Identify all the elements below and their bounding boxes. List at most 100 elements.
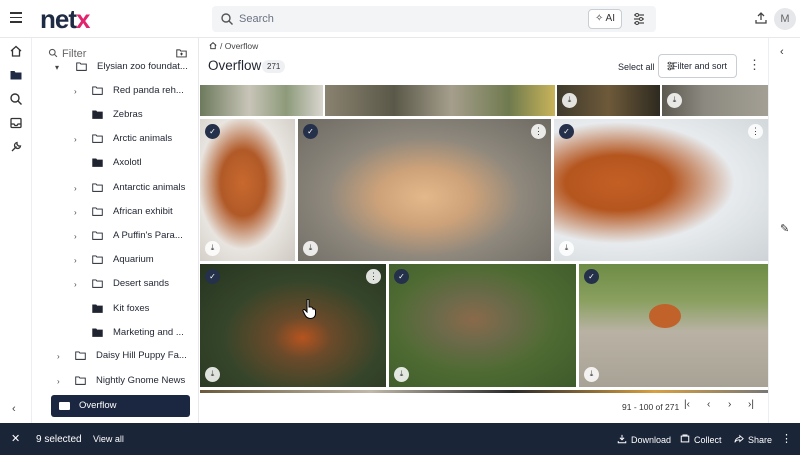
tree-item-label: Desert sands — [113, 278, 169, 289]
tree-item[interactable]: › Arctic animals — [32, 127, 198, 151]
download-icon[interactable]: ⤓ — [394, 367, 409, 382]
tree-item-overflow[interactable]: Overflow — [51, 395, 190, 417]
download-icon[interactable]: ⤓ — [303, 241, 318, 256]
tree-item[interactable]: › Aquarium — [32, 248, 198, 272]
asset-thumbnail-selected[interactable]: ✓ ⤓ — [200, 119, 295, 261]
netx-logo[interactable]: netx — [40, 4, 91, 35]
tune-icon[interactable] — [632, 12, 646, 26]
chevron-right-icon[interactable]: › — [57, 377, 60, 386]
tree-item-label: Zebras — [113, 109, 143, 120]
top-header: netx Search ✧ AI M — [0, 0, 800, 38]
select-all-button[interactable]: Select all — [618, 62, 655, 72]
filter-sort-button[interactable]: Filter and sort — [658, 54, 737, 78]
tree-item[interactable]: › Red panda reh... — [32, 79, 198, 103]
search-bar[interactable]: Search ✧ AI — [212, 6, 656, 32]
asset-thumbnail[interactable] — [200, 390, 768, 393]
tree-item[interactable]: › A Puffin's Para... — [32, 224, 198, 248]
avatar[interactable]: M — [774, 8, 796, 30]
tree-item[interactable]: ▾ Elysian zoo foundat... — [32, 55, 198, 79]
first-page-icon[interactable]: |‹ — [684, 399, 690, 410]
chevron-right-icon[interactable]: › — [74, 232, 77, 241]
asset-thumbnail-selected[interactable]: ✓ ⋮ ⤓ — [554, 119, 768, 261]
folder-icon — [92, 86, 103, 95]
download-icon[interactable]: ⤓ — [584, 367, 599, 382]
tree-item[interactable]: Axolotl — [32, 151, 198, 175]
tree-item[interactable]: › Desert sands — [32, 272, 198, 296]
check-icon[interactable]: ✓ — [559, 124, 574, 139]
asset-thumbnail[interactable]: ⤓ — [325, 85, 555, 116]
breadcrumb[interactable]: / Overflow — [208, 41, 258, 51]
collection-icon — [680, 434, 690, 443]
folder-icon[interactable] — [9, 68, 23, 82]
inbox-icon[interactable] — [9, 116, 23, 130]
home-icon[interactable] — [9, 44, 23, 58]
folder-icon — [92, 110, 103, 119]
check-icon[interactable]: ✓ — [205, 269, 220, 284]
chevron-right-icon[interactable]: › — [74, 208, 77, 217]
tree-item[interactable]: › Nightly Gnome News — [32, 369, 198, 393]
chevron-right-icon[interactable]: › — [57, 352, 60, 361]
download-button[interactable]: Download — [617, 434, 671, 445]
more-options-icon[interactable]: ⋮ — [531, 124, 546, 139]
ai-search-button[interactable]: ✧ AI — [587, 9, 622, 29]
collapse-sidebar-icon[interactable]: ‹ — [12, 403, 16, 415]
right-rail: ‹ ✎ — [768, 38, 800, 423]
chevron-right-icon[interactable]: › — [74, 256, 77, 265]
more-options-icon[interactable]: ⋮ — [781, 432, 792, 445]
selection-bar: ✕ 9 selected View all Download Collect S… — [0, 423, 800, 455]
download-icon[interactable]: ⤓ — [205, 367, 220, 382]
check-icon[interactable]: ✓ — [205, 124, 220, 139]
tree-item[interactable]: › Antarctic animals — [32, 176, 198, 200]
asset-thumbnail-selected[interactable]: ✓ ⋮ ⤓ — [200, 264, 386, 387]
chevron-right-icon[interactable]: › — [74, 184, 77, 193]
tree-item[interactable]: › African exhibit — [32, 200, 198, 224]
asset-thumbnail[interactable]: ⤓ — [557, 85, 660, 116]
tree-item-label: Red panda reh... — [113, 85, 184, 96]
download-icon[interactable]: ⤓ — [205, 241, 220, 256]
home-icon[interactable] — [208, 41, 218, 50]
download-icon[interactable]: ⤓ — [559, 241, 574, 256]
search-icon[interactable] — [9, 92, 23, 106]
expand-panel-icon[interactable]: ‹ — [780, 46, 784, 58]
download-icon[interactable]: ⤓ — [667, 93, 682, 108]
menu-icon[interactable] — [10, 12, 22, 24]
view-all-link[interactable]: View all — [93, 434, 124, 444]
tree-item-label: Daisy Hill Puppy Fa... — [96, 350, 187, 361]
asset-thumbnail-selected[interactable]: ✓ ⤓ — [579, 264, 768, 387]
check-icon[interactable]: ✓ — [584, 269, 599, 284]
wrench-icon[interactable] — [9, 140, 23, 154]
hand-cursor-icon — [302, 299, 316, 319]
more-options-icon[interactable]: ⋮ — [748, 58, 761, 71]
tree-item[interactable]: Zebras — [32, 103, 198, 127]
chevron-right-icon[interactable]: › — [74, 135, 77, 144]
asset-thumbnail[interactable] — [200, 85, 323, 116]
more-options-icon[interactable]: ⋮ — [748, 124, 763, 139]
edit-icon[interactable]: ✎ — [780, 222, 789, 235]
check-icon[interactable]: ✓ — [303, 124, 318, 139]
asset-thumbnail-selected[interactable]: ✓ ⋮ ⤓ — [298, 119, 551, 261]
folder-icon — [92, 134, 103, 143]
tree-item[interactable]: Kit foxes — [32, 297, 198, 321]
chevron-down-icon[interactable]: ▾ — [55, 63, 59, 72]
check-icon[interactable]: ✓ — [394, 269, 409, 284]
asset-thumbnail[interactable]: ⤓ — [662, 85, 768, 116]
folder-icon — [75, 376, 86, 385]
collect-button[interactable]: Collect — [680, 434, 722, 445]
tree-item[interactable]: Marketing and ... — [32, 321, 198, 345]
share-icon — [734, 434, 744, 443]
tree-item[interactable]: › Daisy Hill Puppy Fa... — [32, 344, 198, 368]
last-page-icon[interactable]: ›| — [748, 399, 754, 410]
tree-item-label: Nightly Gnome News — [96, 375, 186, 386]
chevron-right-icon[interactable]: › — [74, 280, 77, 289]
tree-item-label: Antarctic animals — [113, 182, 186, 193]
close-icon[interactable]: ✕ — [11, 432, 20, 445]
chevron-right-icon[interactable]: › — [74, 87, 77, 96]
upload-icon[interactable] — [754, 11, 768, 25]
asset-thumbnail-selected[interactable]: ✓ ⤓ — [389, 264, 576, 387]
next-page-icon[interactable]: › — [728, 399, 731, 410]
download-icon[interactable]: ⤓ — [562, 93, 577, 108]
pagination-info: 91 - 100 of 271 — [622, 402, 680, 412]
share-button[interactable]: Share — [734, 434, 772, 445]
prev-page-icon[interactable]: ‹ — [707, 399, 710, 410]
more-options-icon[interactable]: ⋮ — [366, 269, 381, 284]
